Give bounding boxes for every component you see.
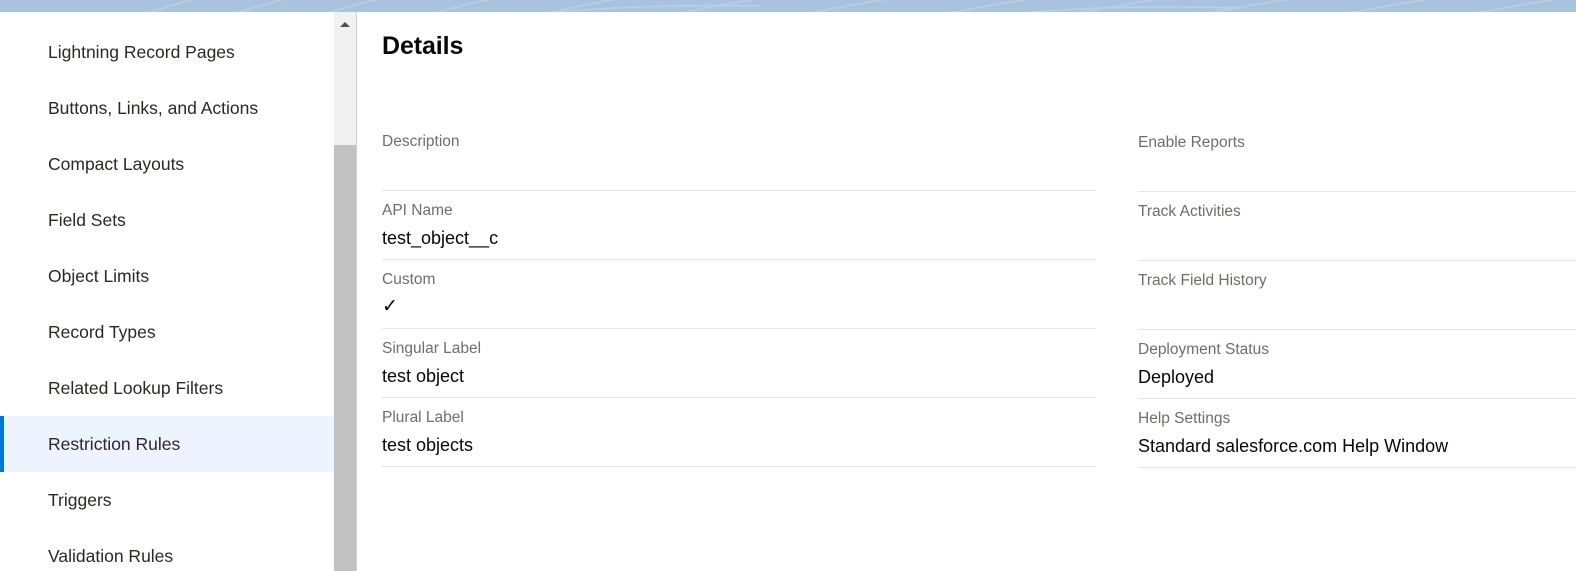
detail-field-label: API Name — [382, 202, 453, 219]
sidebar-scrollbar[interactable] — [334, 12, 357, 571]
sidebar-item-label: Restriction Rules — [48, 434, 181, 454]
detail-field-value — [1138, 224, 1576, 254]
sidebar-item-page-layouts[interactable]: Page Layouts — [0, 12, 334, 24]
page-title: Details — [382, 32, 464, 60]
detail-field-api-name: API Name test_object__c — [382, 191, 1096, 260]
sidebar-item-label: Buttons, Links, and Actions — [48, 98, 259, 118]
details-column-left: Description API Name test_object__c Custom ✓… — [382, 122, 1096, 467]
page-banner — [0, 0, 1576, 12]
detail-field-custom: Custom ✓ — [382, 260, 1096, 329]
detail-field-value: test_object__c — [382, 228, 499, 248]
sidebar-nav-list: Page Layouts Lightning Record Pages Button… — [0, 12, 334, 571]
scroll-up-arrow-icon[interactable] — [334, 12, 356, 35]
sidebar-item-related-lookup-filters[interactable]: Related Lookup Filters — [0, 360, 334, 416]
detail-field-value: test objects — [382, 435, 474, 455]
sidebar-item-buttons-links-and-actions[interactable]: Buttons, Links, and Actions — [0, 80, 334, 136]
detail-field-singular-label: Singular Label test object — [382, 329, 1096, 398]
sidebar-item-label: Object Limits — [48, 266, 150, 286]
details-column-right: Enable Reports Track Activities Track Fiel… — [1138, 122, 1576, 468]
sidebar-item-label: Lightning Record Pages — [48, 42, 235, 62]
details-panel: Details Description API Name test_object__… — [358, 12, 1576, 571]
detail-field-track-field-history: Track Field History — [1138, 261, 1576, 330]
sidebar-item-label: Related Lookup Filters — [48, 378, 224, 398]
detail-field-label: Help Settings — [1138, 410, 1231, 427]
detail-field-value — [1138, 293, 1576, 323]
sidebar-item-label: Compact Layouts — [48, 154, 185, 174]
detail-field-help-settings: Help Settings Standard salesforce.com Hel… — [1138, 399, 1576, 468]
sidebar-item-restriction-rules[interactable]: Restriction Rules — [0, 416, 334, 472]
sidebar-item-lightning-record-pages[interactable]: Lightning Record Pages — [0, 24, 334, 80]
sidebar-item-label: Validation Rules — [48, 546, 174, 566]
sidebar-item-compact-layouts[interactable]: Compact Layouts — [0, 136, 334, 192]
detail-field-label: Custom — [382, 271, 436, 288]
detail-field-label: Deployment Status — [1138, 341, 1269, 358]
detail-field-deployment-status: Deployment Status Deployed — [1138, 330, 1576, 399]
detail-field-description: Description — [382, 122, 1096, 191]
detail-field-track-activities: Track Activities — [1138, 192, 1576, 261]
detail-field-label: Description — [382, 133, 460, 150]
detail-field-label: Enable Reports — [1138, 134, 1245, 151]
detail-field-value — [382, 154, 1096, 184]
detail-field-value: Standard salesforce.com Help Window — [1138, 436, 1449, 456]
detail-field-label: Singular Label — [382, 340, 482, 357]
detail-field-check-icon: ✓ — [382, 296, 398, 317]
sidebar-item-field-sets[interactable]: Field Sets — [0, 192, 334, 248]
detail-field-label: Track Field History — [1138, 272, 1267, 289]
sidebar-item-label: Triggers — [48, 490, 112, 510]
detail-field-value: test object — [382, 366, 465, 386]
detail-field-label: Track Activities — [1138, 203, 1241, 220]
sidebar-item-label: Field Sets — [48, 210, 126, 230]
detail-field-value — [1138, 155, 1576, 185]
object-manager-details-page: Page Layouts Lightning Record Pages Button… — [0, 0, 1576, 571]
banner-pattern-icon — [148, 0, 1557, 12]
sidebar-item-validation-rules[interactable]: Validation Rules — [0, 528, 334, 571]
detail-field-value: Deployed — [1138, 367, 1215, 387]
object-manager-sidebar: Page Layouts Lightning Record Pages Button… — [0, 12, 334, 571]
sidebar-item-triggers[interactable]: Triggers — [0, 472, 334, 528]
detail-field-label: Plural Label — [382, 409, 464, 426]
scrollbar-thumb[interactable] — [334, 145, 356, 571]
sidebar-item-record-types[interactable]: Record Types — [0, 304, 334, 360]
sidebar-item-object-limits[interactable]: Object Limits — [0, 248, 334, 304]
detail-field-plural-label: Plural Label test objects — [382, 398, 1096, 467]
detail-field-enable-reports: Enable Reports — [1138, 122, 1576, 192]
sidebar-item-label: Record Types — [48, 322, 156, 342]
